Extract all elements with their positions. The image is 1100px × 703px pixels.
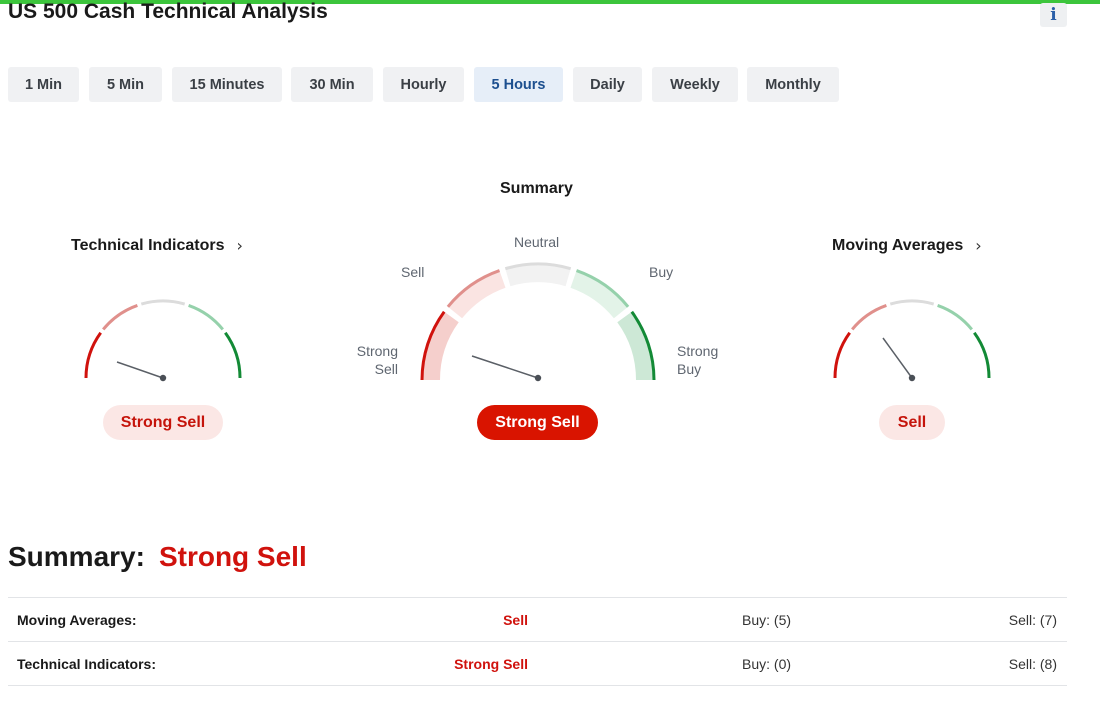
summary-value: Strong Sell xyxy=(158,541,307,572)
row-verdict: Strong Sell xyxy=(454,656,528,672)
tab-5-hours[interactable]: 5 Hours xyxy=(474,67,563,102)
gauge-sell-segment xyxy=(851,303,887,331)
gauge-strong-sell-segment xyxy=(833,331,851,379)
gauge-label-strong-buy: Strong Buy xyxy=(677,343,719,377)
chevron-right-icon: › xyxy=(975,236,982,255)
summary-gauge-title: Summary xyxy=(500,180,573,197)
gauge-neutral-segment xyxy=(140,299,186,306)
chevron-right-icon: › xyxy=(236,236,243,255)
table-row: Technical Indicators: Strong Sell Buy: (… xyxy=(8,642,1067,686)
gauge-sell-segment xyxy=(102,303,138,331)
gauge-label-strong-sell: Strong Sell xyxy=(356,343,398,377)
summary-verdict: Strong Sell xyxy=(477,405,598,440)
gauge-sell-band xyxy=(447,270,506,319)
summary-label: Summary: xyxy=(8,541,145,572)
tab-1-min[interactable]: 1 Min xyxy=(8,67,79,102)
moving-averages-title: Moving Averages xyxy=(832,236,964,254)
moving-averages-link[interactable]: Moving Averages › xyxy=(832,236,982,255)
summary-heading: Summary: Strong Sell xyxy=(8,541,307,573)
tab-15-minutes[interactable]: 15 Minutes xyxy=(172,67,282,102)
summary-gauge xyxy=(420,262,656,382)
page-title: US 500 Cash Technical Analysis xyxy=(8,0,328,23)
technical-indicators-link[interactable]: Technical Indicators › xyxy=(71,236,243,255)
row-sell-count: Sell: (7) xyxy=(1008,612,1057,628)
table-row: Moving Averages: Sell Buy: (5) Sell: (7) xyxy=(8,598,1067,642)
row-buy-count: Buy: (5) xyxy=(742,612,792,628)
tab-weekly[interactable]: Weekly xyxy=(652,67,738,102)
technical-indicators-title: Technical Indicators xyxy=(71,236,225,254)
technical-indicators-verdict: Strong Sell xyxy=(103,405,223,440)
gauge-pivot xyxy=(534,374,542,382)
technical-indicators-gauge xyxy=(84,299,242,382)
gauge-strong-sell-segment xyxy=(84,331,102,379)
row-sell-count: Sell: (8) xyxy=(1008,656,1057,672)
gauge-pivot xyxy=(908,374,916,382)
gauge-strong-buy-segment xyxy=(973,331,991,379)
tab-daily[interactable]: Daily xyxy=(573,67,642,102)
summary-table: Moving Averages: Sell Buy: (5) Sell: (7)… xyxy=(8,597,1067,686)
tab-hourly[interactable]: Hourly xyxy=(383,67,464,102)
row-verdict: Sell xyxy=(503,612,528,628)
gauge-needle xyxy=(471,355,539,379)
row-buy-count: Buy: (0) xyxy=(742,656,792,672)
gauge-buy-segment xyxy=(188,303,224,331)
gauge-neutral-segment xyxy=(889,299,935,306)
tab-monthly[interactable]: Monthly xyxy=(747,67,839,102)
row-name: Moving Averages: xyxy=(17,612,137,628)
gauge-buy-band xyxy=(570,270,629,319)
tab-5-min[interactable]: 5 Min xyxy=(89,67,162,102)
gauge-needle xyxy=(116,361,164,379)
tab-30-min[interactable]: 30 Min xyxy=(291,67,373,102)
info-icon[interactable]: i xyxy=(1040,3,1067,27)
gauge-needle xyxy=(882,337,913,379)
row-name: Technical Indicators: xyxy=(17,656,156,672)
gauge-strong-buy-segment xyxy=(224,331,242,379)
gauge-pivot xyxy=(159,374,167,382)
gauge-buy-segment xyxy=(937,303,973,331)
moving-averages-gauge xyxy=(833,299,991,382)
gauge-label-neutral: Neutral xyxy=(514,234,560,250)
moving-averages-verdict: Sell xyxy=(879,405,945,440)
